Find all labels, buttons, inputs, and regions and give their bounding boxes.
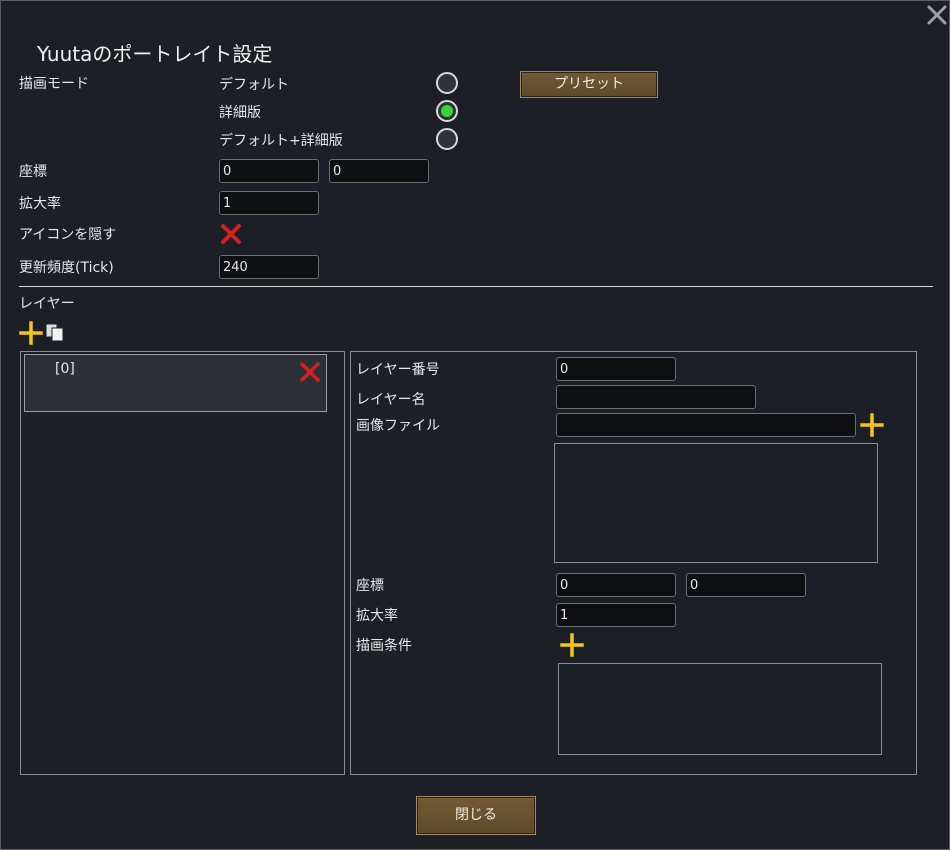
layer-number-input[interactable] xyxy=(556,357,676,381)
layer-position-x-input[interactable] xyxy=(556,573,676,597)
add-image-plus-icon[interactable] xyxy=(860,413,884,437)
position-x-input[interactable] xyxy=(219,159,319,183)
close-button[interactable]: 閉じる xyxy=(416,796,536,835)
layer-name-label: レイヤー名 xyxy=(356,392,426,408)
draw-condition-list xyxy=(558,663,882,755)
draw-mode-option-default-label: デフォルト xyxy=(219,77,289,93)
draw-condition-label: 描画条件 xyxy=(356,638,412,654)
draw-mode-radio-detail[interactable] xyxy=(436,100,458,122)
layer-position-y-input[interactable] xyxy=(686,573,806,597)
image-preview-area xyxy=(554,443,878,563)
add-condition-plus-icon[interactable] xyxy=(560,633,584,657)
portrait-settings-window: Yuutaのポートレイト設定 描画モード デフォルト 詳細版 デフォルト+詳細版… xyxy=(0,0,950,850)
draw-mode-radio-both[interactable] xyxy=(436,128,458,150)
update-rate-input[interactable] xyxy=(219,255,319,279)
layer-list-item[interactable]: [0] xyxy=(24,354,327,412)
layer-list-panel xyxy=(20,351,345,775)
image-file-input[interactable] xyxy=(556,413,856,437)
add-layer-plus-icon[interactable] xyxy=(19,321,43,345)
draw-mode-label: 描画モード xyxy=(19,76,89,92)
draw-mode-option-detail-label: 詳細版 xyxy=(219,105,261,121)
layer-scale-label: 拡大率 xyxy=(356,608,398,624)
hide-icon-label: アイコンを隠す xyxy=(19,227,117,243)
draw-mode-option-both-label: デフォルト+詳細版 xyxy=(219,133,343,149)
close-icon[interactable] xyxy=(925,3,949,27)
layer-scale-input[interactable] xyxy=(556,603,676,627)
layer-position-label: 座標 xyxy=(356,578,384,594)
draw-mode-radio-default[interactable] xyxy=(436,72,458,94)
delete-layer-red-x-icon[interactable] xyxy=(299,361,321,383)
update-rate-label: 更新頻度(Tick) xyxy=(19,260,114,276)
image-file-label: 画像ファイル xyxy=(356,418,440,434)
window-title: Yuutaのポートレイト設定 xyxy=(37,42,273,66)
hide-icon-checkbox-red-x-icon[interactable] xyxy=(220,223,242,245)
section-divider xyxy=(19,286,933,287)
layer-name-input[interactable] xyxy=(556,385,756,409)
layers-section-label: レイヤー xyxy=(19,296,75,312)
layer-item-label: [0] xyxy=(55,361,75,377)
scale-input[interactable] xyxy=(219,191,319,215)
scale-label: 拡大率 xyxy=(19,196,61,212)
position-y-input[interactable] xyxy=(329,159,429,183)
preset-button[interactable]: プリセット xyxy=(520,71,658,98)
position-label: 座標 xyxy=(19,164,47,180)
layer-number-label: レイヤー番号 xyxy=(356,362,440,378)
copy-layer-copy-icon[interactable] xyxy=(45,323,65,343)
